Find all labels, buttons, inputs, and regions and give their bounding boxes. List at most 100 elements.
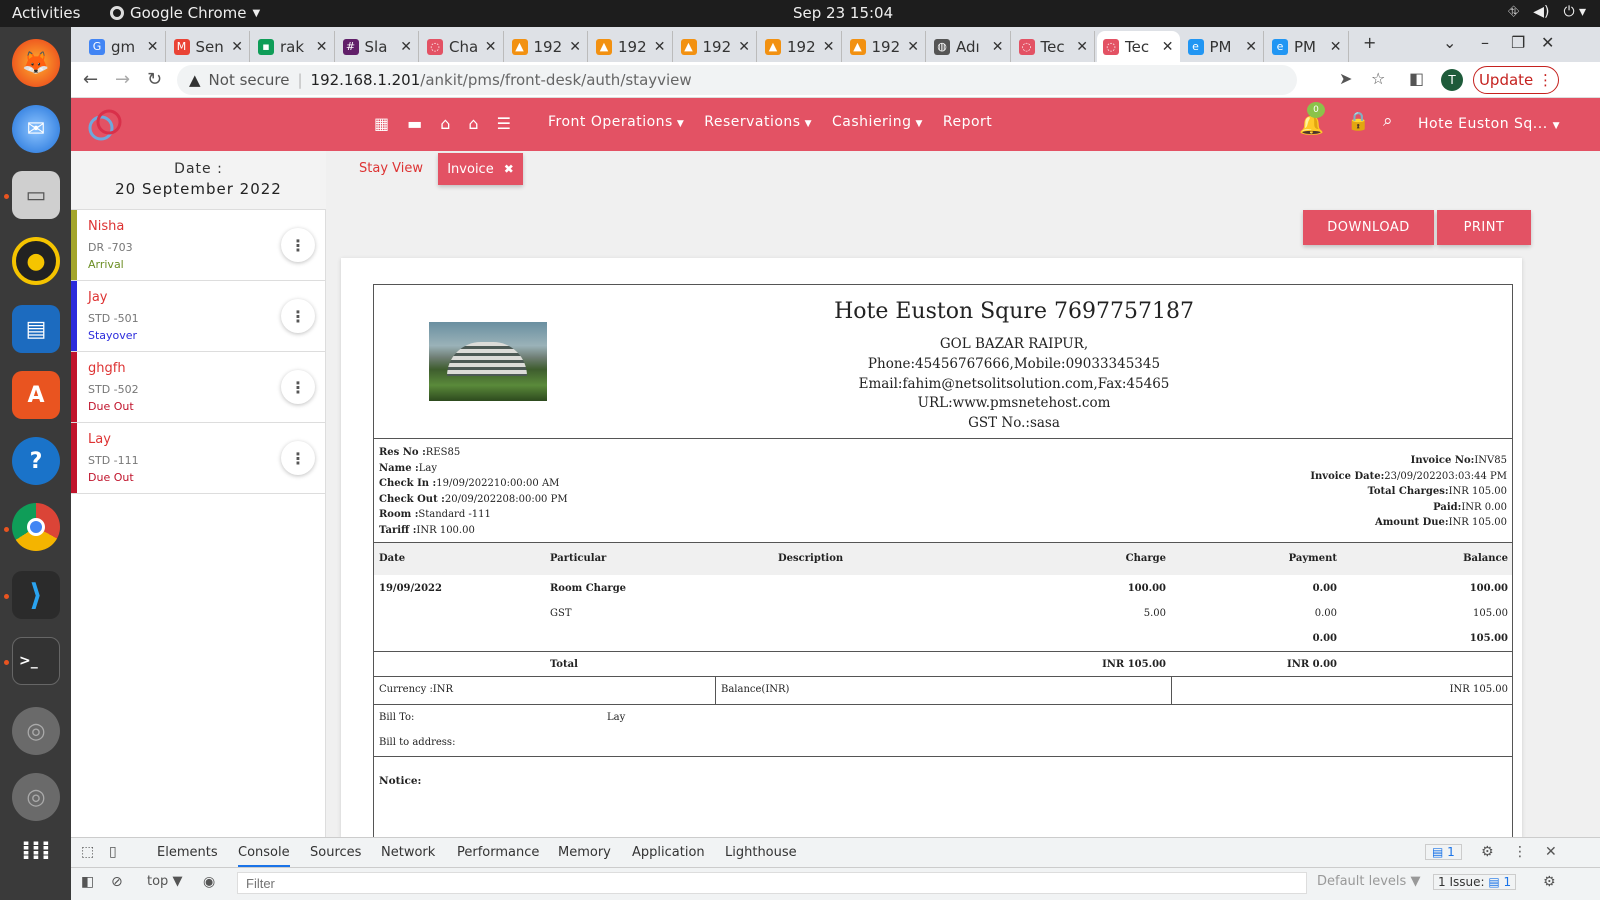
print-button[interactable]: PRINT — [1437, 210, 1531, 245]
tab-close-icon[interactable]: ✕ — [1076, 39, 1088, 55]
new-tab-icon[interactable]: + — [1363, 33, 1376, 52]
software-icon[interactable]: A — [12, 371, 60, 419]
help-icon[interactable]: ? — [12, 437, 60, 485]
filter-input[interactable] — [237, 872, 1307, 894]
tab-close-icon[interactable]: ✕ — [231, 39, 243, 55]
eye-icon[interactable]: ◉ — [203, 874, 215, 890]
tab-close-icon[interactable]: ✕ — [823, 39, 835, 55]
more-options-icon[interactable]: ⋮ — [281, 228, 315, 262]
devtools-tab-console[interactable]: Console — [238, 845, 290, 867]
list-icon[interactable]: ☰ — [497, 114, 511, 133]
messages-count[interactable]: ▤ 1 — [1425, 844, 1462, 860]
back-icon[interactable]: ← — [83, 69, 98, 90]
console-settings-icon[interactable]: ⚙ — [1543, 874, 1556, 890]
browser-tab[interactable]: Ggm ✕ — [83, 31, 166, 62]
hotel-selector[interactable]: Hote Euston Sq... ▼ — [1418, 116, 1560, 132]
system-tray[interactable]: ⛗ ◀) ⏻ ▾ — [1508, 4, 1586, 20]
browser-tab[interactable]: M Sen ✕ — [168, 31, 250, 62]
writer-icon[interactable]: ▤ — [12, 305, 60, 353]
tab-close-icon[interactable]: ✕ — [485, 39, 497, 55]
guest-item[interactable]: Lay STD -111 Due Out ⋮ — [71, 423, 326, 494]
app-logo[interactable] — [85, 104, 127, 146]
search-icon[interactable]: ⌕ — [1383, 111, 1393, 131]
app-menu[interactable]: Google Chrome ▼ — [110, 4, 260, 22]
gear-icon[interactable]: ⚙ — [1481, 844, 1494, 860]
maximize-icon[interactable]: ❐ — [1511, 33, 1525, 52]
browser-tab[interactable]: ◌ Tec ✕ — [1013, 31, 1095, 62]
more-options-icon[interactable]: ⋮ — [281, 299, 315, 333]
context-selector[interactable]: top ▼ — [147, 874, 182, 889]
log-levels-select[interactable]: Default levels ▼ — [1317, 874, 1420, 889]
tab-close-icon[interactable]: ✕ — [738, 39, 750, 55]
send-icon[interactable]: ➤ — [1339, 69, 1352, 88]
firefox-icon[interactable]: 🦊 — [12, 39, 60, 87]
vscode-icon[interactable]: ⟩ — [12, 571, 60, 619]
browser-tab[interactable]: # Sla ✕ — [337, 31, 419, 62]
minimize-icon[interactable]: – — [1481, 33, 1489, 52]
menu-reservations[interactable]: Reservations ▼ — [704, 114, 812, 130]
browser-tab[interactable]: ▲ 192 ✕ — [675, 31, 757, 62]
close-icon[interactable]: ✖ — [504, 162, 514, 176]
tab-close-icon[interactable]: ✕ — [569, 39, 581, 55]
kebab-menu-icon[interactable]: ⋮ — [1513, 844, 1527, 860]
browser-tab[interactable]: e PM ✕ — [1182, 31, 1264, 62]
tab-close-icon[interactable]: ✕ — [992, 39, 1004, 55]
tab-close-icon[interactable]: ✕ — [907, 39, 919, 55]
devtools-tab-elements[interactable]: Elements — [157, 845, 218, 860]
tab-close-icon[interactable]: ✕ — [316, 39, 328, 55]
inspect-icon[interactable]: ⬚ — [81, 844, 94, 860]
more-options-icon[interactable]: ⋮ — [281, 370, 315, 404]
disk-icon[interactable]: ◎ — [12, 707, 60, 755]
menu-front-operations[interactable]: Front Operations ▼ — [548, 114, 684, 130]
menu-cashiering[interactable]: Cashiering ▼ — [832, 114, 923, 130]
tab-close-icon[interactable]: ✕ — [1162, 39, 1174, 55]
guest-item[interactable]: ghgfh STD -502 Due Out ⋮ — [71, 352, 326, 423]
disk-icon[interactable]: ◎ — [12, 773, 60, 821]
close-window-icon[interactable]: ✕ — [1541, 33, 1554, 52]
sidebar-toggle-icon[interactable]: ◧ — [81, 874, 94, 890]
tab-close-icon[interactable]: ✕ — [147, 39, 159, 55]
tab-close-icon[interactable]: ✕ — [1245, 39, 1257, 55]
address-bar[interactable]: ▲ Not secure | 192.168.1.201/ankit/pms/f… — [177, 65, 1297, 95]
browser-tab[interactable]: ▲ 192 ✕ — [590, 31, 673, 62]
browser-tab[interactable]: e PM ✕ — [1266, 31, 1349, 62]
thunderbird-icon[interactable]: ✉ — [12, 105, 60, 153]
tab-close-icon[interactable]: ✕ — [1330, 39, 1342, 55]
clock[interactable]: Sep 23 15:04 — [793, 4, 893, 22]
browser-tab[interactable]: ▲ 192 ✕ — [844, 31, 926, 62]
guest-item[interactable]: Jay STD -501 Stayover ⋮ — [71, 281, 326, 352]
reload-icon[interactable]: ↻ — [147, 69, 162, 90]
browser-tab[interactable]: ▲ 192 ✕ — [506, 31, 588, 62]
rhythmbox-icon[interactable]: ● — [12, 237, 60, 285]
files-icon[interactable]: ▭ — [12, 171, 60, 219]
tab-stay-view[interactable]: Stay View — [359, 161, 423, 176]
tab-invoice[interactable]: Invoice ✖ — [438, 153, 523, 185]
activities-button[interactable]: Activities — [12, 4, 80, 22]
devtools-tab-sources[interactable]: Sources — [310, 845, 361, 860]
terminal-icon[interactable]: >_ — [12, 637, 60, 685]
profile-avatar[interactable]: T — [1441, 69, 1463, 91]
forward-icon[interactable]: → — [115, 69, 130, 90]
close-devtools-icon[interactable]: ✕ — [1545, 844, 1557, 860]
grid-icon[interactable]: ▦ — [374, 114, 389, 133]
guest-item[interactable]: Nisha DR -703 Arrival ⋮ — [71, 210, 326, 281]
tab-close-icon[interactable]: ✕ — [654, 39, 666, 55]
chrome-dock-icon[interactable] — [12, 503, 60, 551]
clear-console-icon[interactable]: ⊘ — [111, 874, 123, 890]
tab-search-icon[interactable]: ⌄ — [1443, 33, 1456, 52]
menu-report[interactable]: Report — [943, 114, 992, 130]
browser-tab[interactable]: ▪ rak ✕ — [252, 31, 335, 62]
device-toggle-icon[interactable]: ▯ — [109, 844, 117, 860]
download-button[interactable]: DOWNLOAD — [1303, 210, 1434, 245]
side-panel-icon[interactable]: ◧ — [1409, 69, 1424, 88]
more-options-icon[interactable]: ⋮ — [281, 441, 315, 475]
house-icon[interactable]: ⌂ — [440, 114, 450, 133]
tab-close-icon[interactable]: ✕ — [400, 39, 412, 55]
devtools-tab-memory[interactable]: Memory — [558, 845, 611, 860]
bookmark-star-icon[interactable]: ☆ — [1371, 69, 1385, 88]
bed-icon[interactable]: ▬ — [407, 114, 422, 133]
devtools-tab-application[interactable]: Application — [632, 845, 705, 860]
browser-tab[interactable]: ◍ Adı ✕ — [928, 31, 1011, 62]
issues-button[interactable]: 1 Issue: ▤ 1 — [1433, 874, 1517, 890]
devtools-tab-lighthouse[interactable]: Lighthouse — [725, 845, 797, 860]
